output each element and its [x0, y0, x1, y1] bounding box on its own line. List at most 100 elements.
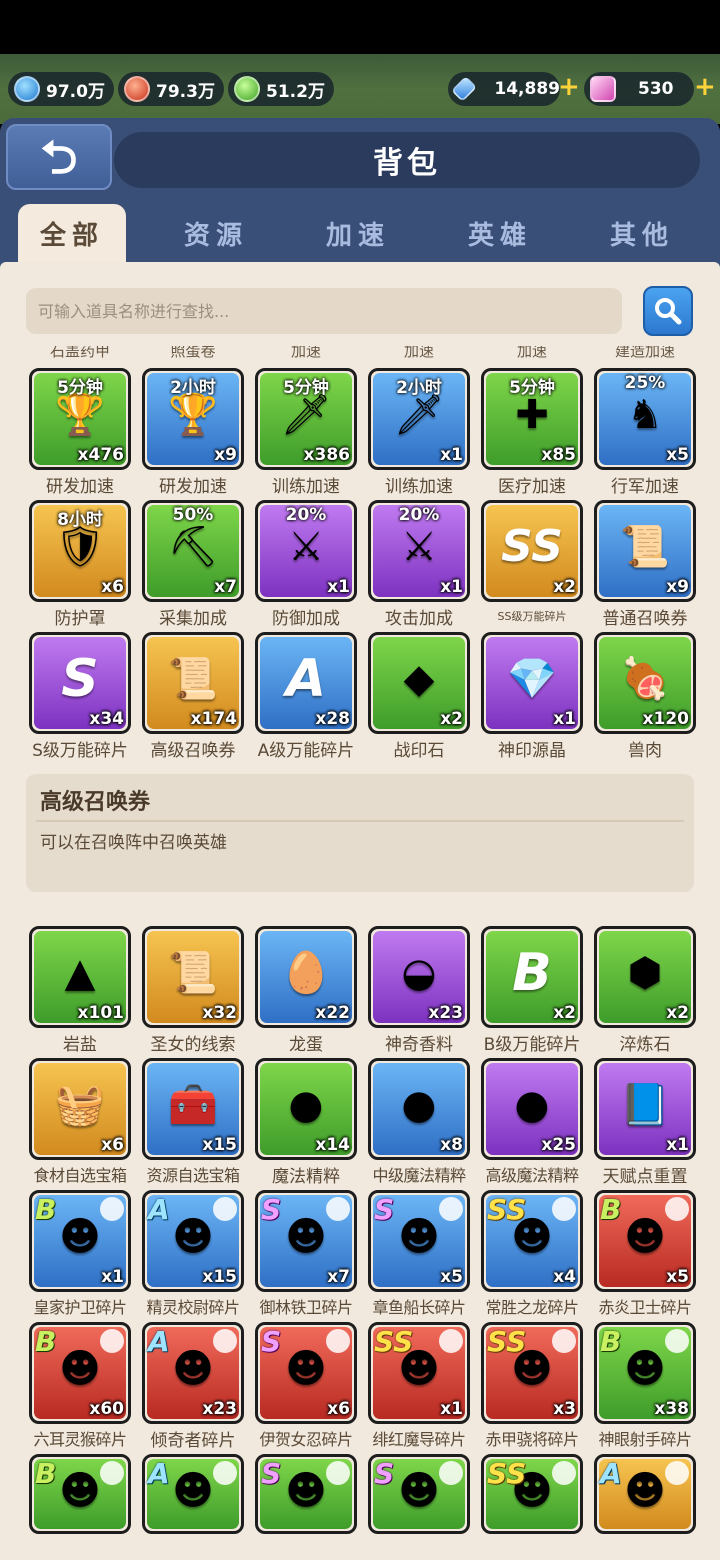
inventory-item[interactable]: 🧰 x15 — [142, 1058, 244, 1160]
inventory-item[interactable]: ☻ Ax23 — [142, 1322, 244, 1424]
item-name: 战印石 — [393, 741, 445, 761]
item-name: 行军加速 — [611, 477, 679, 497]
inventory-item[interactable]: 🍖 x120 — [594, 632, 696, 734]
pink-crystal-icon — [590, 76, 616, 102]
hero-grade-badge: SS — [487, 1193, 527, 1226]
item-quantity: x386 — [303, 445, 350, 465]
item-icon: ⬢ — [627, 950, 663, 997]
inventory-item[interactable]: 🗡 5分钟 x386 — [255, 368, 357, 470]
resource-blue[interactable]: 97.0万 — [8, 72, 114, 106]
inventory-item[interactable]: ☻ SS x1 — [368, 1322, 470, 1424]
hero-role-icon — [552, 1461, 576, 1485]
inventory-item[interactable]: 📜 x32 — [142, 926, 244, 1028]
inventory-item[interactable]: ☻ SS — [481, 1454, 583, 1534]
item-icon: ⚔ — [401, 524, 437, 571]
inventory-item[interactable]: ⬢ x2 — [594, 926, 696, 1028]
inventory-item[interactable]: 💎 x1 — [481, 632, 583, 734]
item-badge: 5分钟 — [283, 378, 329, 398]
item-quantity: x9 — [666, 577, 689, 597]
inventory-item[interactable]: Bx2 — [481, 926, 583, 1028]
inventory-item[interactable]: ☻ SS x3 — [481, 1322, 583, 1424]
hero-grade-badge: B — [600, 1325, 622, 1358]
hero-grade-badge: S — [261, 1457, 282, 1490]
inventory-item[interactable]: 🏆 5分钟 x476 — [29, 368, 131, 470]
item-icon: ♞ — [627, 392, 663, 439]
add-crystal-button[interactable]: + — [694, 72, 716, 102]
item-name: 神奇香料 — [385, 1035, 453, 1055]
item-icon: 🗡 — [280, 392, 332, 439]
inventory-item[interactable]: ☻ Bx38 — [594, 1322, 696, 1424]
item-icon: ☻ — [59, 1346, 101, 1393]
inventory-item[interactable]: ☻ SS x4 — [481, 1190, 583, 1292]
tab-heroes[interactable]: 英雄 — [446, 204, 554, 262]
inventory-item[interactable]: 🏆 2小时 x9 — [142, 368, 244, 470]
resource-gems[interactable]: 14,889 — [448, 72, 560, 106]
item-icon: 🧰 — [168, 1082, 218, 1129]
inventory-item[interactable]: ● x14 — [255, 1058, 357, 1160]
item-icon: ● — [401, 1082, 437, 1129]
inventory-item[interactable]: ⚔ 20% x1 — [368, 500, 470, 602]
tab-label: 加速 — [325, 220, 390, 251]
inventory-item[interactable]: ● x8 — [368, 1058, 470, 1160]
inventory-item[interactable]: ◒ x23 — [368, 926, 470, 1028]
cutoff-label: 建造加速 — [614, 346, 675, 360]
item-name: 采集加成 — [159, 609, 227, 629]
inventory-item[interactable]: ▲ x101 — [29, 926, 131, 1028]
item-name: 训练加速 — [385, 477, 453, 497]
inventory-item[interactable]: ☻ Bx60 — [29, 1322, 131, 1424]
inventory-item[interactable]: SS x2 — [481, 500, 583, 602]
hero-grade-badge: A — [600, 1457, 622, 1490]
hero-role-icon — [100, 1461, 124, 1485]
inventory-item[interactable]: Ax28 — [255, 632, 357, 734]
resource-red[interactable]: 79.3万 — [118, 72, 224, 106]
item-icon: ☻ — [172, 1346, 214, 1393]
tab-resources[interactable]: 资源 — [162, 204, 270, 262]
hero-grade-badge: S — [374, 1457, 395, 1490]
inventory-item[interactable]: ♞ 25% x5 — [594, 368, 696, 470]
inventory-item[interactable]: ☻ S — [255, 1454, 357, 1534]
add-gems-button[interactable]: + — [558, 72, 580, 102]
inventory-item[interactable]: Sx34 — [29, 632, 131, 734]
item-quantity: x23 — [428, 1003, 463, 1023]
inventory-item[interactable]: ☻ Bx5 — [594, 1190, 696, 1292]
inventory-item[interactable]: ◆ x2 — [368, 632, 470, 734]
item-quantity: x1 — [101, 1267, 124, 1287]
inventory-item[interactable]: 🛡 8小时 x6 — [29, 500, 131, 602]
inventory-item[interactable]: 📜 x9 — [594, 500, 696, 602]
inventory-item[interactable]: ☻ A — [142, 1454, 244, 1534]
item-icon: 💎 — [507, 656, 557, 703]
inventory-item[interactable]: ☻ B — [29, 1454, 131, 1534]
search-button[interactable] — [643, 286, 693, 336]
tab-other[interactable]: 其他 — [588, 204, 696, 262]
search-input[interactable] — [26, 288, 622, 334]
inventory-item[interactable]: ☻ Bx1 — [29, 1190, 131, 1292]
inventory-item[interactable]: ● x25 — [481, 1058, 583, 1160]
inventory-item[interactable]: ☻ Ax15 — [142, 1190, 244, 1292]
inventory-item[interactable]: ⚔ 20% x1 — [255, 500, 357, 602]
inventory-item[interactable]: ☻ S — [368, 1454, 470, 1534]
resource-green[interactable]: 51.2万 — [228, 72, 334, 106]
inventory-item[interactable]: ⛏ 50% x7 — [142, 500, 244, 602]
tab-speedup[interactable]: 加速 — [304, 204, 412, 262]
inventory-item[interactable]: ☻ Sx6 — [255, 1322, 357, 1424]
scrolled-row-labels: 石盖药甲 照蛋卷 加速 加速 加速 建造加速 — [0, 346, 720, 360]
back-button[interactable]: ⮌ — [6, 124, 112, 190]
inventory-item[interactable]: 🗡 2小时 x1 — [368, 368, 470, 470]
inventory-item[interactable]: 🥚 x22 — [255, 926, 357, 1028]
inventory-item[interactable]: ✚ 5分钟 x85 — [481, 368, 583, 470]
tab-all[interactable]: 全部 — [18, 204, 126, 262]
item-name: 资源自选宝箱 — [146, 1166, 240, 1185]
hero-role-icon — [326, 1329, 350, 1353]
hero-role-icon — [439, 1329, 463, 1353]
search-icon — [655, 298, 682, 325]
item-name: 岩盐 — [63, 1035, 97, 1055]
item-icon: ● — [514, 1082, 550, 1129]
inventory-item[interactable]: ☻ A — [594, 1454, 696, 1534]
hero-grade-badge: SS — [487, 1325, 527, 1358]
inventory-item[interactable]: 📜 x174 — [142, 632, 244, 734]
resource-crystal[interactable]: 530 — [584, 72, 694, 106]
inventory-item[interactable]: ☻ Sx5 — [368, 1190, 470, 1292]
inventory-item[interactable]: 📘 x1 — [594, 1058, 696, 1160]
inventory-item[interactable]: ☻ Sx7 — [255, 1190, 357, 1292]
inventory-item[interactable]: 🧺 x6 — [29, 1058, 131, 1160]
